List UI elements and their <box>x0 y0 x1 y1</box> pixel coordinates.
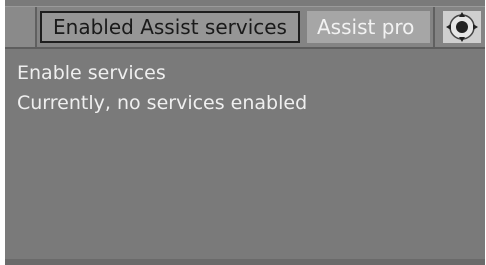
tab-enabled-assist-services[interactable]: Enabled Assist services <box>40 11 300 43</box>
controller-knob-icon[interactable] <box>443 11 481 43</box>
services-status-text: Currently, no services enabled <box>17 92 308 114</box>
assist-services-screen: Enabled Assist services Assist pro Enabl… <box>5 0 485 265</box>
tab-bar: Enabled Assist services Assist pro <box>5 6 485 49</box>
tab-assist-pro[interactable]: Assist pro <box>307 11 430 43</box>
tab-bar-left-edge <box>5 7 37 47</box>
enable-services-item[interactable]: Enable services <box>17 58 307 88</box>
tab-divider <box>433 7 435 47</box>
services-content: Enable services Currently, no services e… <box>17 58 307 118</box>
bottom-edge <box>5 259 485 265</box>
